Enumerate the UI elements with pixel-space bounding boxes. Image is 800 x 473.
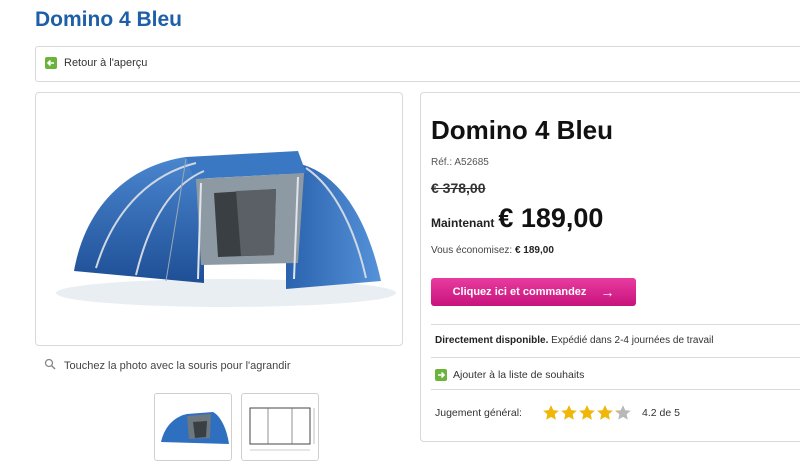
thumbnail-tent-photo[interactable] (154, 393, 232, 461)
add-to-wishlist-link[interactable]: Ajouter à la liste de souhaits (435, 369, 584, 381)
availability-status: Directement disponible. (435, 335, 549, 346)
back-arrow-icon (45, 57, 57, 69)
divider (431, 389, 800, 390)
floorplan-thumbnail-icon (249, 407, 315, 451)
wishlist-label: Ajouter à la liste de souhaits (453, 369, 585, 381)
zoom-hint: Touchez la photo avec la souris pour l'a… (44, 358, 291, 373)
current-price-row: Maintenant € 189,00 (431, 203, 603, 234)
star-icon (579, 405, 595, 420)
order-button-label: Cliquez ici et commandez (452, 286, 587, 298)
product-info-panel: Domino 4 Bleu Réf.: A52685 € 378,00 Main… (420, 92, 800, 442)
star-icon (615, 405, 631, 420)
divider (431, 357, 800, 358)
star-icon (561, 405, 577, 420)
tent-thumbnail-icon (161, 412, 229, 444)
star-icon (597, 405, 613, 420)
divider (431, 324, 800, 325)
product-name: Domino 4 Bleu (431, 115, 614, 145)
back-link-label: Retour à l'aperçu (64, 57, 148, 69)
rating-label: Jugement général: (435, 406, 522, 419)
arrow-right-icon: → (600, 284, 615, 300)
main-product-image[interactable] (35, 92, 403, 346)
wishlist-arrow-icon (435, 369, 447, 381)
zoom-hint-text: Touchez la photo avec la souris pour l'a… (64, 359, 291, 372)
availability-text: Expédié dans 2-4 journées de travail (548, 335, 714, 346)
back-bar: Retour à l'aperçu (35, 46, 800, 82)
savings-value: € 189,00 (514, 245, 554, 256)
rating-text: 4.2 de 5 (641, 406, 680, 419)
availability: Directement disponible. Expédié dans 2-4… (435, 335, 713, 346)
star-icon (543, 405, 559, 420)
thumbnail-floorplan[interactable] (241, 393, 319, 461)
rating-row: Jugement général: 4.2 de 5 (435, 404, 680, 421)
product-reference: Réf.: A52685 (431, 157, 489, 168)
magnifier-icon (44, 358, 56, 373)
tent-image (56, 151, 396, 307)
back-to-overview-link[interactable]: Retour à l'aperçu (45, 57, 147, 69)
current-price: € 189,00 (498, 203, 604, 233)
star-rating (542, 404, 632, 421)
savings-label: Vous économisez: (431, 245, 513, 256)
savings: Vous économisez: € 189,00 (431, 245, 554, 256)
order-button[interactable]: Cliquez ici et commandez → (431, 278, 636, 306)
old-price: € 378,00 (431, 180, 486, 196)
page-title: Domino 4 Bleu (35, 8, 183, 31)
now-label: Maintenant (431, 216, 495, 230)
